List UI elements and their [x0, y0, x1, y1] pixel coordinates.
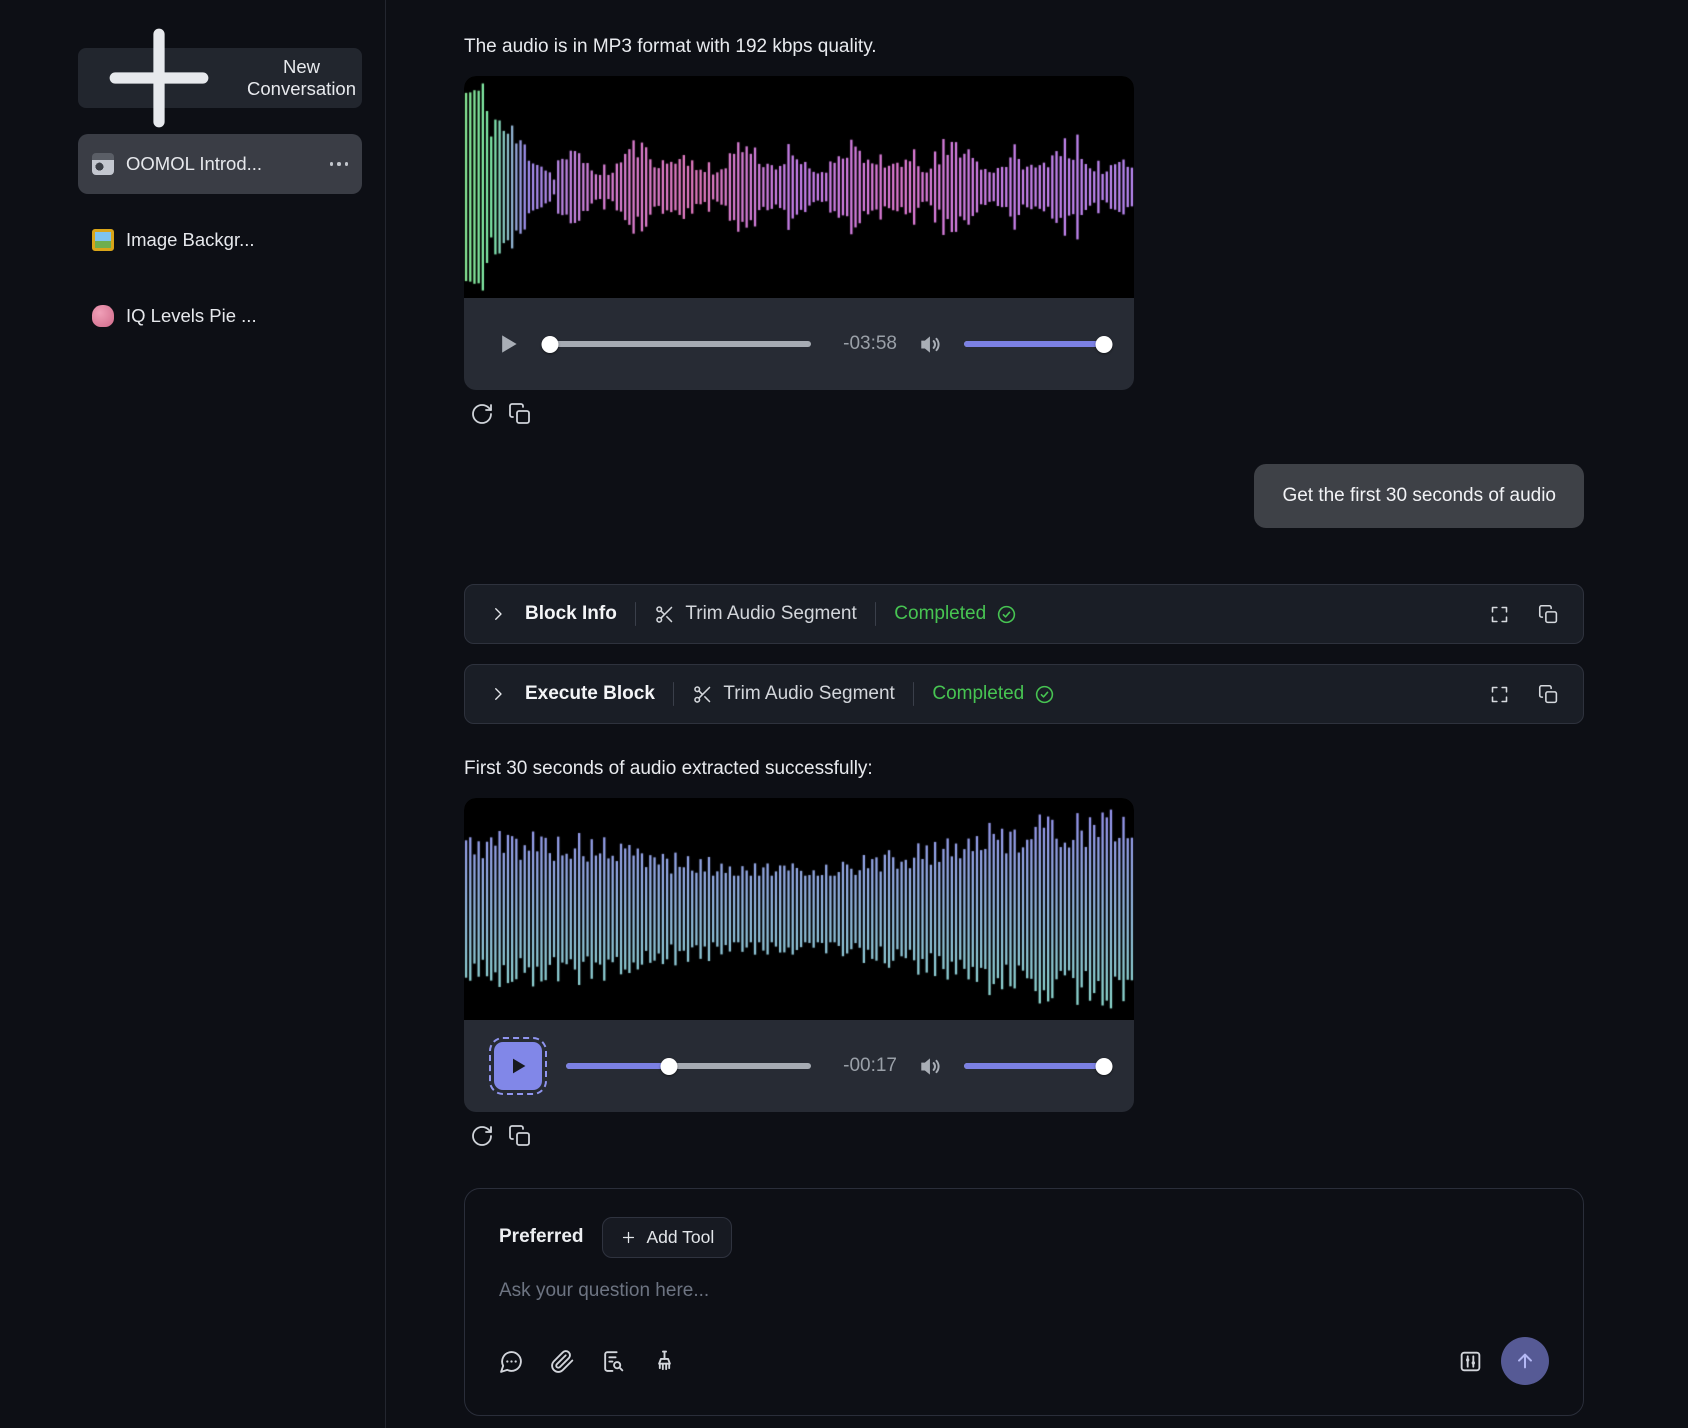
paperclip-icon [550, 1349, 575, 1374]
volume-slider[interactable] [964, 1056, 1104, 1076]
status-badge: Completed [894, 603, 1017, 625]
copy-icon [508, 1124, 532, 1148]
divider [635, 602, 637, 626]
plus-icon [620, 1229, 637, 1246]
new-conversation-label: New Conversation [247, 56, 356, 100]
clear-context-button[interactable] [652, 1349, 677, 1374]
play-button-focused[interactable] [494, 1042, 542, 1090]
user-message-row: Get the first 30 seconds of audio [464, 464, 1584, 528]
seek-slider[interactable] [542, 334, 811, 354]
app-window: New Conversation OOMOL Introd... Image B… [0, 0, 1688, 1428]
play-icon [494, 330, 522, 358]
block-title: Block Info [525, 603, 617, 625]
message-dots-icon [499, 1349, 524, 1374]
divider [875, 602, 877, 626]
execute-block-row[interactable]: Execute Block Trim Audio Segment Complet… [464, 664, 1584, 724]
file-search-icon [601, 1349, 626, 1374]
sliders-icon [1458, 1349, 1483, 1374]
chat-mode-button[interactable] [499, 1349, 524, 1374]
plus-icon [84, 3, 234, 153]
refresh-icon [470, 402, 494, 426]
brain-emoji-icon [92, 305, 114, 327]
composer-toolbar: Preferred Add Tool [499, 1215, 1549, 1259]
fullscreen-icon [1489, 604, 1510, 625]
copy-icon [1538, 684, 1559, 705]
block-info-row[interactable]: Block Info Trim Audio Segment Completed [464, 584, 1584, 644]
tool-name: Trim Audio Segment [692, 683, 894, 705]
waveform-trimmed [464, 798, 1134, 1020]
volume-icon[interactable] [917, 1053, 944, 1080]
scissors-icon [692, 684, 713, 705]
volume-thumb[interactable] [1096, 336, 1113, 353]
composer-actions [499, 1337, 1549, 1385]
framed-picture-emoji-icon [92, 229, 114, 251]
regenerate-button[interactable] [470, 1124, 494, 1148]
copy-button[interactable] [1538, 604, 1559, 625]
copy-button[interactable] [508, 402, 532, 426]
search-context-button[interactable] [601, 1349, 626, 1374]
volume-slider[interactable] [964, 334, 1104, 354]
expand-button[interactable] [1489, 604, 1510, 625]
preferred-label: Preferred [499, 1226, 584, 1248]
copy-icon [1538, 604, 1559, 625]
composer: Preferred Add Tool [464, 1188, 1584, 1416]
model-settings-button[interactable] [1458, 1349, 1483, 1374]
new-conversation-button[interactable]: New Conversation [78, 48, 362, 108]
remaining-time: -00:17 [831, 1055, 897, 1077]
conversation-label: OOMOL Introd... [126, 153, 262, 175]
assistant-message: First 30 seconds of audio extracted succ… [464, 756, 1688, 782]
user-message-bubble: Get the first 30 seconds of audio [1254, 464, 1584, 528]
audio-controls: -00:17 [464, 1020, 1134, 1112]
arrow-up-icon [1514, 1350, 1536, 1372]
audio-player-original: -03:58 [464, 76, 1134, 390]
volume-thumb[interactable] [1096, 1058, 1113, 1075]
check-circle-icon [996, 604, 1017, 625]
broom-icon [652, 1349, 677, 1374]
scissors-icon [654, 604, 675, 625]
add-tool-button[interactable]: Add Tool [602, 1217, 733, 1258]
message-actions [470, 402, 1688, 426]
play-button[interactable] [494, 330, 522, 358]
tool-name: Trim Audio Segment [654, 603, 856, 625]
seek-thumb[interactable] [660, 1058, 677, 1075]
waveform-original [464, 76, 1134, 298]
copy-button[interactable] [1538, 684, 1559, 705]
volume-icon[interactable] [917, 331, 944, 358]
send-button[interactable] [1501, 1337, 1549, 1385]
seek-thumb[interactable] [542, 336, 559, 353]
more-options-icon[interactable] [330, 162, 349, 166]
divider [673, 682, 675, 706]
remaining-time: -03:58 [831, 333, 897, 355]
attach-file-button[interactable] [550, 1349, 575, 1374]
block-title: Execute Block [525, 683, 655, 705]
divider [913, 682, 915, 706]
expand-button[interactable] [1489, 684, 1510, 705]
film-projector-emoji-icon [92, 153, 114, 175]
status-badge: Completed [932, 683, 1055, 705]
chevron-right-icon[interactable] [489, 685, 507, 703]
chevron-right-icon[interactable] [489, 605, 507, 623]
play-icon [506, 1054, 530, 1078]
conversation-label: IQ Levels Pie ... [126, 305, 257, 327]
message-actions [470, 1124, 1688, 1148]
audio-player-trimmed: -00:17 [464, 798, 1134, 1112]
copy-button[interactable] [508, 1124, 532, 1148]
sidebar: New Conversation OOMOL Introd... Image B… [0, 0, 386, 1428]
fullscreen-icon [1489, 684, 1510, 705]
chat-main: The audio is in MP3 format with 192 kbps… [386, 0, 1688, 1428]
seek-slider[interactable] [566, 1056, 811, 1076]
conversation-label: Image Backgr... [126, 229, 255, 251]
audio-controls: -03:58 [464, 298, 1134, 390]
copy-icon [508, 402, 532, 426]
check-circle-icon [1034, 684, 1055, 705]
sidebar-item-iq-levels-pie[interactable]: IQ Levels Pie ... [78, 288, 362, 344]
regenerate-button[interactable] [470, 402, 494, 426]
refresh-icon [470, 1124, 494, 1148]
assistant-message: The audio is in MP3 format with 192 kbps… [464, 34, 1688, 60]
question-input[interactable] [499, 1277, 1549, 1305]
sidebar-item-image-background[interactable]: Image Backgr... [78, 212, 362, 268]
